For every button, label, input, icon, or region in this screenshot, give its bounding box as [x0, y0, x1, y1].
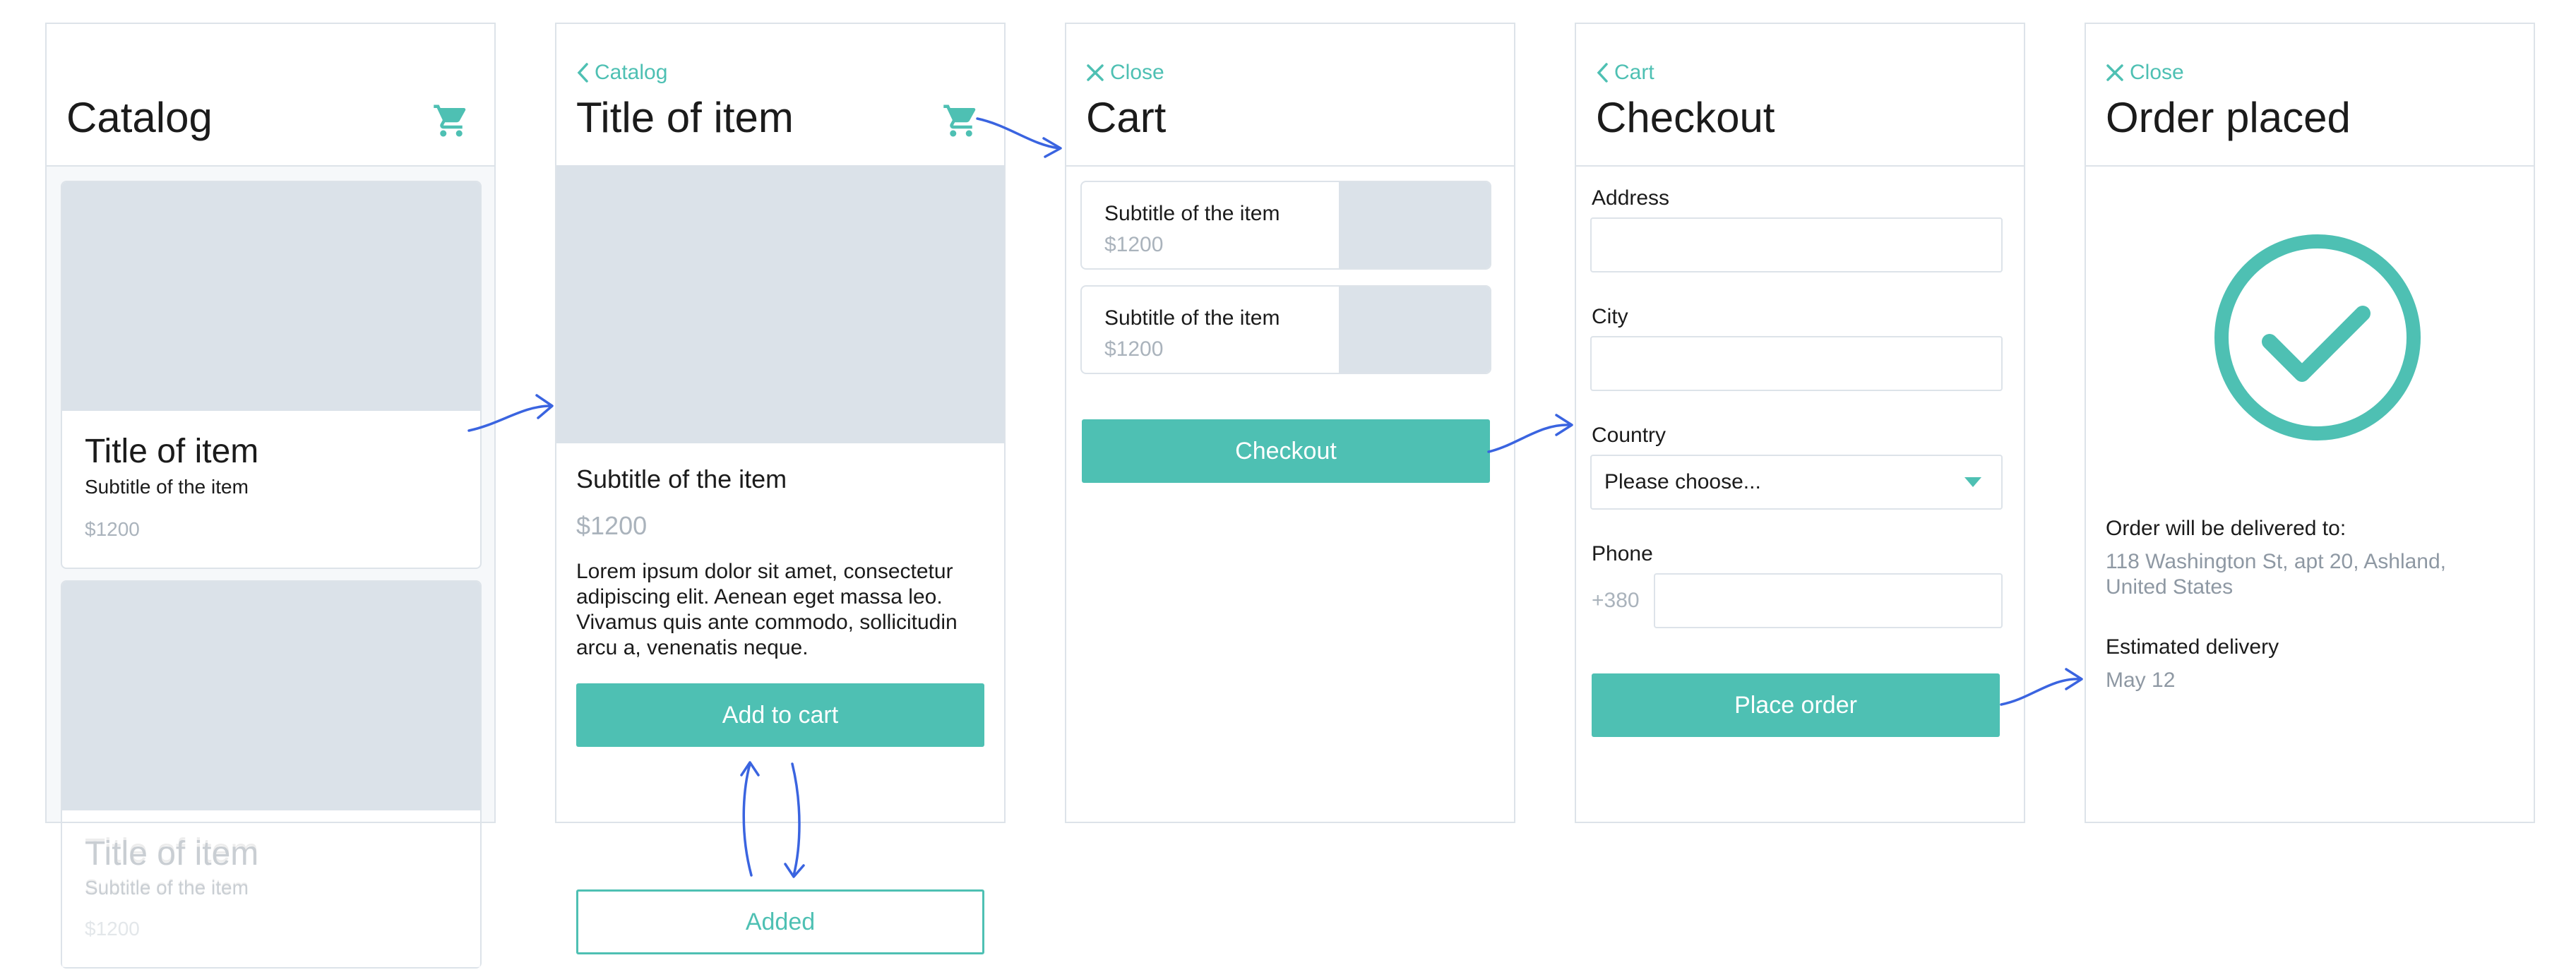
arrow-catalog-to-item: [467, 394, 554, 432]
arrow-item-to-cart: [976, 117, 1062, 158]
arrow-cart-to-checkout: [1487, 414, 1573, 453]
arrow-added-down: [784, 762, 805, 878]
flow-arrows: [467, 117, 2083, 878]
arrow-added-up: [740, 761, 760, 877]
arrow-checkout-to-order: [2000, 668, 2083, 706]
